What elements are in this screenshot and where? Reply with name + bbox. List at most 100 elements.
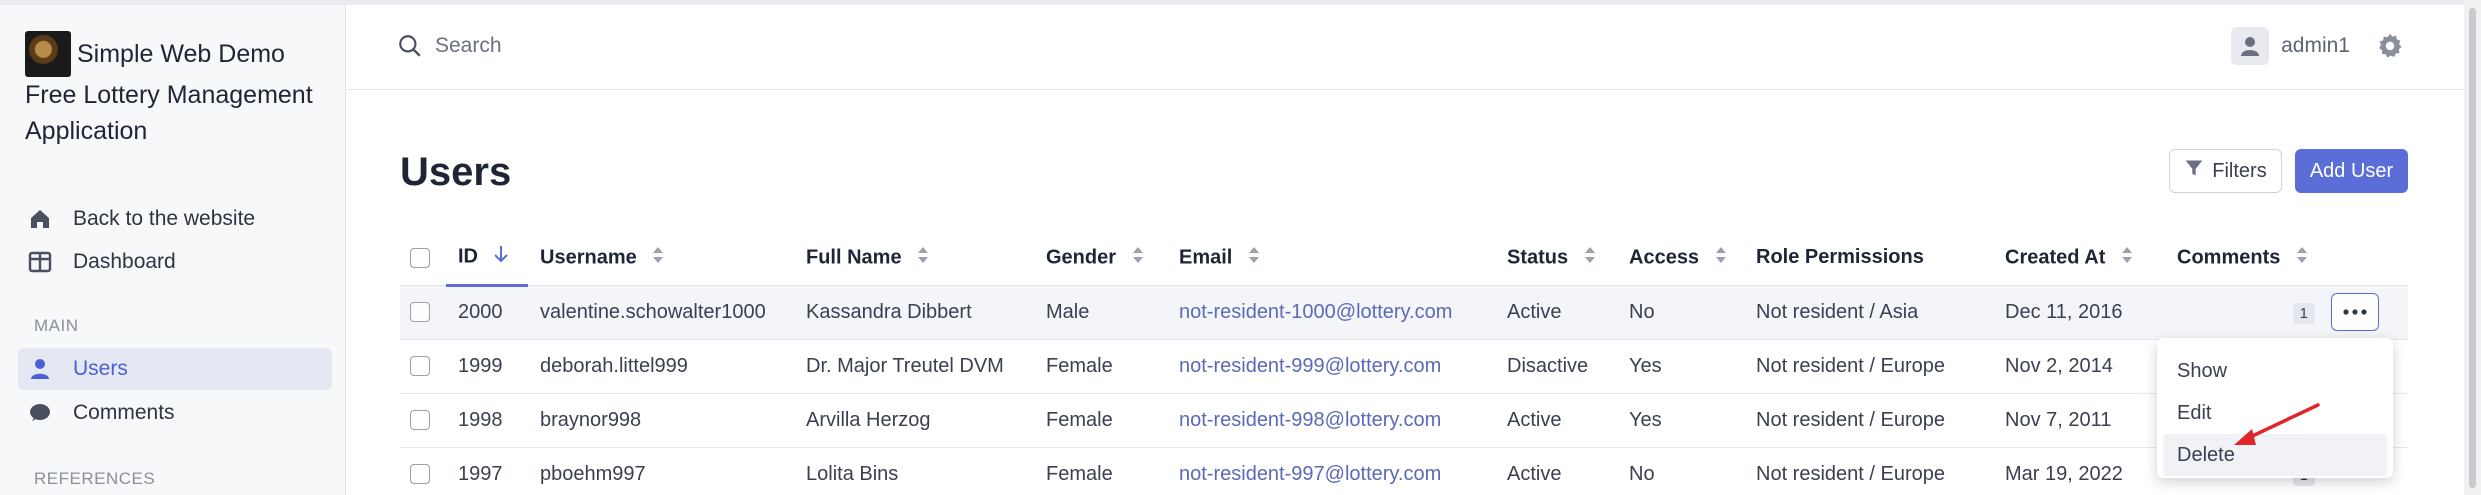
sort-icon: [652, 246, 664, 270]
table-header-row: ID Username Full Name Gender Email Statu…: [400, 231, 2408, 287]
cell-actions: [2325, 285, 2408, 340]
column-header-full-name[interactable]: Full Name: [794, 231, 1034, 286]
sidebar-item-comments[interactable]: Comments: [18, 392, 332, 434]
cell-gender: Female: [1034, 339, 1167, 394]
sidebar-item-back-to-website[interactable]: Back to the website: [18, 198, 332, 240]
sidebar: Simple Web Demo Free Lottery Management …: [0, 5, 346, 495]
comments-count-badge: 1: [2292, 302, 2315, 324]
section-label-main: MAIN: [34, 316, 79, 335]
cell-full-name: Dr. Major Treutel DVM: [794, 339, 1034, 394]
cell-username: valentine.schowalter1000: [528, 285, 794, 340]
filters-button[interactable]: Filters: [2169, 149, 2282, 193]
sort-icon: [1584, 246, 1596, 270]
cell-full-name: Kassandra Dibbert: [794, 285, 1034, 340]
app-title: Simple Web Demo: [77, 40, 285, 68]
cell-id: 2000: [446, 285, 528, 340]
cell-status: Active: [1495, 393, 1617, 448]
cell-access: Yes: [1617, 339, 1744, 394]
cell-access: No: [1617, 285, 1744, 340]
column-header-status[interactable]: Status: [1495, 231, 1617, 286]
filter-icon: [2184, 158, 2204, 184]
table-row[interactable]: 2000 valentine.schowalter1000 Kassandra …: [400, 285, 2408, 340]
cell-id: 1999: [446, 339, 528, 394]
add-user-button[interactable]: Add User: [2295, 149, 2408, 193]
sidebar-item-label: Users: [73, 357, 128, 380]
cell-gender: Female: [1034, 393, 1167, 448]
cell-full-name: Arvilla Herzog: [794, 393, 1034, 448]
cell-role: Not resident / Asia: [1744, 285, 1993, 340]
cell-comments: 1: [2165, 285, 2325, 340]
search-box: [397, 33, 835, 59]
dashboard-icon: [27, 249, 53, 275]
cell-created-at: Mar 19, 2022: [1993, 447, 2165, 495]
window-scrollbar[interactable]: [2464, 0, 2481, 495]
cell-email-link[interactable]: not-resident-1000@lottery.com: [1167, 285, 1495, 340]
users-table: ID Username Full Name Gender Email Statu…: [400, 231, 2408, 495]
user-icon: [27, 356, 53, 382]
sort-icon: [1248, 246, 1260, 270]
page-title: Users: [400, 150, 512, 194]
username[interactable]: admin1: [2281, 34, 2350, 58]
row-select-cell: [400, 447, 446, 495]
scrollbar-thumb[interactable]: [2469, 8, 2476, 488]
row-select-cell: [400, 285, 446, 340]
app-subtitle: Free Lottery Management Application: [25, 81, 313, 145]
row-checkbox[interactable]: [410, 410, 430, 431]
cell-status: Disactive: [1495, 339, 1617, 394]
select-all-checkbox[interactable]: [410, 247, 430, 268]
menu-item-show[interactable]: Show: [2163, 350, 2387, 392]
cell-created-at: Nov 2, 2014: [1993, 339, 2165, 394]
sort-icon: [2121, 246, 2133, 270]
sidebar-item-users[interactable]: Users: [18, 348, 332, 390]
cell-access: Yes: [1617, 393, 1744, 448]
column-header-email[interactable]: Email: [1167, 231, 1495, 286]
column-header-comments[interactable]: Comments: [2165, 231, 2325, 286]
user-area: admin1: [2231, 27, 2404, 65]
cell-username: pboehm997: [528, 447, 794, 495]
column-header-username[interactable]: Username: [528, 231, 794, 286]
cell-created-at: Dec 11, 2016: [1993, 285, 2165, 340]
cell-created-at: Nov 7, 2011: [1993, 393, 2165, 448]
avatar[interactable]: [2231, 27, 2270, 65]
comment-icon: [27, 400, 53, 426]
column-header-id[interactable]: ID: [446, 231, 528, 287]
gear-icon[interactable]: [2376, 32, 2404, 60]
row-select-cell: [400, 393, 446, 448]
table-row[interactable]: 1999 deborah.littel999 Dr. Major Treutel…: [400, 339, 2408, 394]
sort-icon: [917, 246, 929, 270]
sort-icon: [1715, 246, 1727, 270]
cell-gender: Male: [1034, 285, 1167, 340]
table-row[interactable]: 1997 pboehm997 Lolita Bins Female not-re…: [400, 447, 2408, 495]
cell-gender: Female: [1034, 447, 1167, 495]
sidebar-item-dashboard[interactable]: Dashboard: [18, 241, 332, 283]
top-bar: admin1: [347, 5, 2464, 90]
cell-email-link[interactable]: not-resident-999@lottery.com: [1167, 339, 1495, 394]
more-dots-icon: [2343, 309, 2367, 315]
sidebar-top-nav: Back to the website Dashboard: [18, 198, 332, 284]
column-header-actions: [2325, 231, 2408, 286]
column-header-created-at[interactable]: Created At: [1993, 231, 2165, 286]
table-row[interactable]: 1998 braynor998 Arvilla Herzog Female no…: [400, 393, 2408, 448]
column-header-gender[interactable]: Gender: [1034, 231, 1167, 286]
cell-email-link[interactable]: not-resident-998@lottery.com: [1167, 393, 1495, 448]
sort-icon: [1132, 246, 1144, 270]
row-checkbox[interactable]: [410, 356, 430, 377]
brand[interactable]: Simple Web Demo Free Lottery Management …: [25, 31, 325, 149]
cell-role: Not resident / Europe: [1744, 447, 1993, 495]
cell-full-name: Lolita Bins: [794, 447, 1034, 495]
cell-id: 1997: [446, 447, 528, 495]
sort-desc-icon: [493, 245, 508, 269]
row-select-cell: [400, 339, 446, 394]
select-all-cell: [400, 231, 446, 286]
column-header-access[interactable]: Access: [1617, 231, 1744, 286]
row-actions-button[interactable]: [2331, 293, 2379, 331]
home-icon: [27, 206, 53, 232]
search-input[interactable]: [435, 34, 835, 58]
cell-status: Active: [1495, 285, 1617, 340]
cell-email-link[interactable]: not-resident-997@lottery.com: [1167, 447, 1495, 495]
app-logo: [25, 31, 71, 77]
cell-username: deborah.littel999: [528, 339, 794, 394]
row-checkbox[interactable]: [410, 464, 430, 485]
row-checkbox[interactable]: [410, 302, 430, 323]
cell-username: braynor998: [528, 393, 794, 448]
